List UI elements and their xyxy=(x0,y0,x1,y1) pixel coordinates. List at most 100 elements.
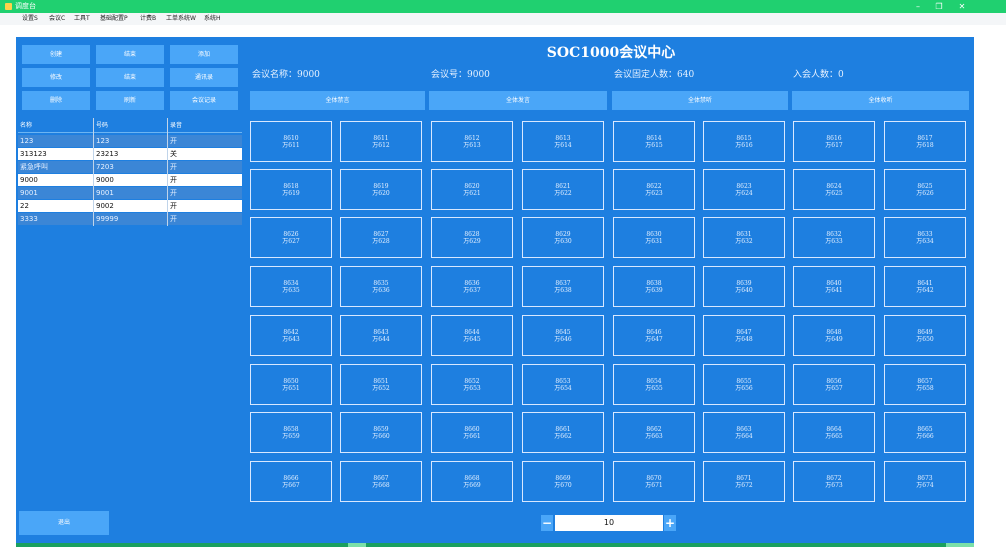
participant-tile[interactable]: 8663 万664 xyxy=(703,412,785,453)
participant-tile[interactable]: 8631 万632 xyxy=(703,217,785,258)
participant-tile[interactable]: 8642 万643 xyxy=(250,315,332,356)
participant-tile[interactable]: 8660 万661 xyxy=(431,412,513,453)
participant-tile[interactable]: 8643 万644 xyxy=(340,315,422,356)
participant-tile[interactable]: 8610 万611 xyxy=(250,121,332,162)
participant-tile[interactable]: 8640 万641 xyxy=(793,266,875,307)
participant-tile[interactable]: 8632 万633 xyxy=(793,217,875,258)
participant-tile[interactable]: 8615 万616 xyxy=(703,121,785,162)
participant-tile[interactable]: 8616 万617 xyxy=(793,121,875,162)
participant-tile[interactable]: 8655 万656 xyxy=(703,364,785,405)
menu-system[interactable]: 系统H xyxy=(204,13,221,25)
column-record[interactable]: 录音 xyxy=(168,120,182,132)
participant-tile[interactable]: 8618 万619 xyxy=(250,169,332,210)
participant-tile[interactable]: 8623 万624 xyxy=(703,169,785,210)
participant-tile[interactable]: 8661 万662 xyxy=(522,412,604,453)
participant-tile[interactable]: 8617 万618 xyxy=(884,121,966,162)
participant-tile[interactable]: 8672 万673 xyxy=(793,461,875,502)
end-button-2[interactable]: 结束 xyxy=(96,68,164,87)
participant-tile[interactable]: 8629 万630 xyxy=(522,217,604,258)
menu-billing[interactable]: 计费B xyxy=(140,13,156,25)
list-item[interactable]: 紧急呼叫 7203 开 xyxy=(18,161,242,173)
list-item[interactable]: 9000 9000 开 xyxy=(18,174,242,186)
participant-tile[interactable]: 8670 万671 xyxy=(613,461,695,502)
menu-workorder[interactable]: 工单系统W xyxy=(166,13,196,25)
increment-button[interactable]: + xyxy=(664,515,676,531)
list-item[interactable]: 9001 9001 开 xyxy=(18,187,242,199)
modify-button[interactable]: 修改 xyxy=(22,68,90,87)
participant-tile[interactable]: 8651 万652 xyxy=(340,364,422,405)
menu-config[interactable]: 基础配置P xyxy=(100,13,128,25)
participant-tile[interactable]: 8636 万637 xyxy=(431,266,513,307)
participant-tile[interactable]: 8659 万660 xyxy=(340,412,422,453)
participant-tile[interactable]: 8628 万629 xyxy=(431,217,513,258)
participant-tile[interactable]: 8619 万620 xyxy=(340,169,422,210)
participant-tile[interactable]: 8673 万674 xyxy=(884,461,966,502)
decrement-button[interactable]: − xyxy=(541,515,553,531)
menu-tools[interactable]: 工具T xyxy=(74,13,90,25)
participant-tile[interactable]: 8645 万646 xyxy=(522,315,604,356)
column-number[interactable]: 号码 xyxy=(94,120,108,132)
participant-tile[interactable]: 8613 万614 xyxy=(522,121,604,162)
participant-tile[interactable]: 8644 万645 xyxy=(431,315,513,356)
participant-tile[interactable]: 8611 万612 xyxy=(340,121,422,162)
participant-tile[interactable]: 8614 万615 xyxy=(613,121,695,162)
participant-tile[interactable]: 8652 万653 xyxy=(431,364,513,405)
participant-tile[interactable]: 8641 万642 xyxy=(884,266,966,307)
participant-tile[interactable]: 8630 万631 xyxy=(613,217,695,258)
participant-tile[interactable]: 8656 万657 xyxy=(793,364,875,405)
participant-tile[interactable]: 8650 万651 xyxy=(250,364,332,405)
menu-meeting[interactable]: 会议C xyxy=(49,13,65,25)
participant-tile[interactable]: 8624 万625 xyxy=(793,169,875,210)
create-button[interactable]: 创建 xyxy=(22,45,90,64)
participant-tile[interactable]: 8658 万659 xyxy=(250,412,332,453)
menu-settings[interactable]: 设置S xyxy=(22,13,38,25)
participant-tile[interactable]: 8646 万647 xyxy=(613,315,695,356)
participant-tile[interactable]: 8639 万640 xyxy=(703,266,785,307)
participant-tile[interactable]: 8665 万666 xyxy=(884,412,966,453)
minimize-icon[interactable]: – xyxy=(908,0,928,13)
meeting-records-button[interactable]: 会议记录 xyxy=(170,91,238,110)
list-item[interactable]: 22 9002 开 xyxy=(18,200,242,212)
participant-tile[interactable]: 8638 万639 xyxy=(613,266,695,307)
contacts-button[interactable]: 通讯录 xyxy=(170,68,238,87)
mute-all-button[interactable]: 全体禁言 xyxy=(250,91,425,110)
close-icon[interactable]: ✕ xyxy=(952,0,972,13)
participant-tile[interactable]: 8612 万613 xyxy=(431,121,513,162)
deafen-all-button[interactable]: 全体禁听 xyxy=(612,91,788,110)
unmute-all-button[interactable]: 全体发言 xyxy=(429,91,607,110)
participant-tile[interactable]: 8637 万638 xyxy=(522,266,604,307)
participant-tile[interactable]: 8634 万635 xyxy=(250,266,332,307)
participant-tile[interactable]: 8669 万670 xyxy=(522,461,604,502)
participant-tile[interactable]: 8620 万621 xyxy=(431,169,513,210)
exit-button[interactable]: 退出 xyxy=(19,511,109,535)
list-item[interactable]: 3333 99999 开 xyxy=(18,213,242,225)
add-button[interactable]: 添加 xyxy=(170,45,238,64)
column-name[interactable]: 名称 xyxy=(18,120,32,132)
maximize-icon[interactable]: ❐ xyxy=(929,0,949,13)
participant-tile[interactable]: 8621 万622 xyxy=(522,169,604,210)
participant-tile[interactable]: 8668 万669 xyxy=(431,461,513,502)
count-stepper-input[interactable] xyxy=(555,515,663,531)
list-item[interactable]: 123 123 开 xyxy=(18,135,242,147)
participant-tile[interactable]: 8653 万654 xyxy=(522,364,604,405)
listen-all-button[interactable]: 全体收听 xyxy=(792,91,969,110)
end-button[interactable]: 结束 xyxy=(96,45,164,64)
participant-tile[interactable]: 8662 万663 xyxy=(613,412,695,453)
participant-tile[interactable]: 8664 万665 xyxy=(793,412,875,453)
participant-tile[interactable]: 8657 万658 xyxy=(884,364,966,405)
participant-tile[interactable]: 8627 万628 xyxy=(340,217,422,258)
participant-tile[interactable]: 8654 万655 xyxy=(613,364,695,405)
participant-tile[interactable]: 8622 万623 xyxy=(613,169,695,210)
participant-tile[interactable]: 8626 万627 xyxy=(250,217,332,258)
participant-tile[interactable]: 8671 万672 xyxy=(703,461,785,502)
delete-button[interactable]: 删除 xyxy=(22,91,90,110)
participant-tile[interactable]: 8647 万648 xyxy=(703,315,785,356)
refresh-button[interactable]: 刷新 xyxy=(96,91,164,110)
participant-tile[interactable]: 8649 万650 xyxy=(884,315,966,356)
participant-tile[interactable]: 8648 万649 xyxy=(793,315,875,356)
participant-tile[interactable]: 8635 万636 xyxy=(340,266,422,307)
participant-tile[interactable]: 8633 万634 xyxy=(884,217,966,258)
participant-tile[interactable]: 8666 万667 xyxy=(250,461,332,502)
participant-tile[interactable]: 8625 万626 xyxy=(884,169,966,210)
participant-tile[interactable]: 8667 万668 xyxy=(340,461,422,502)
